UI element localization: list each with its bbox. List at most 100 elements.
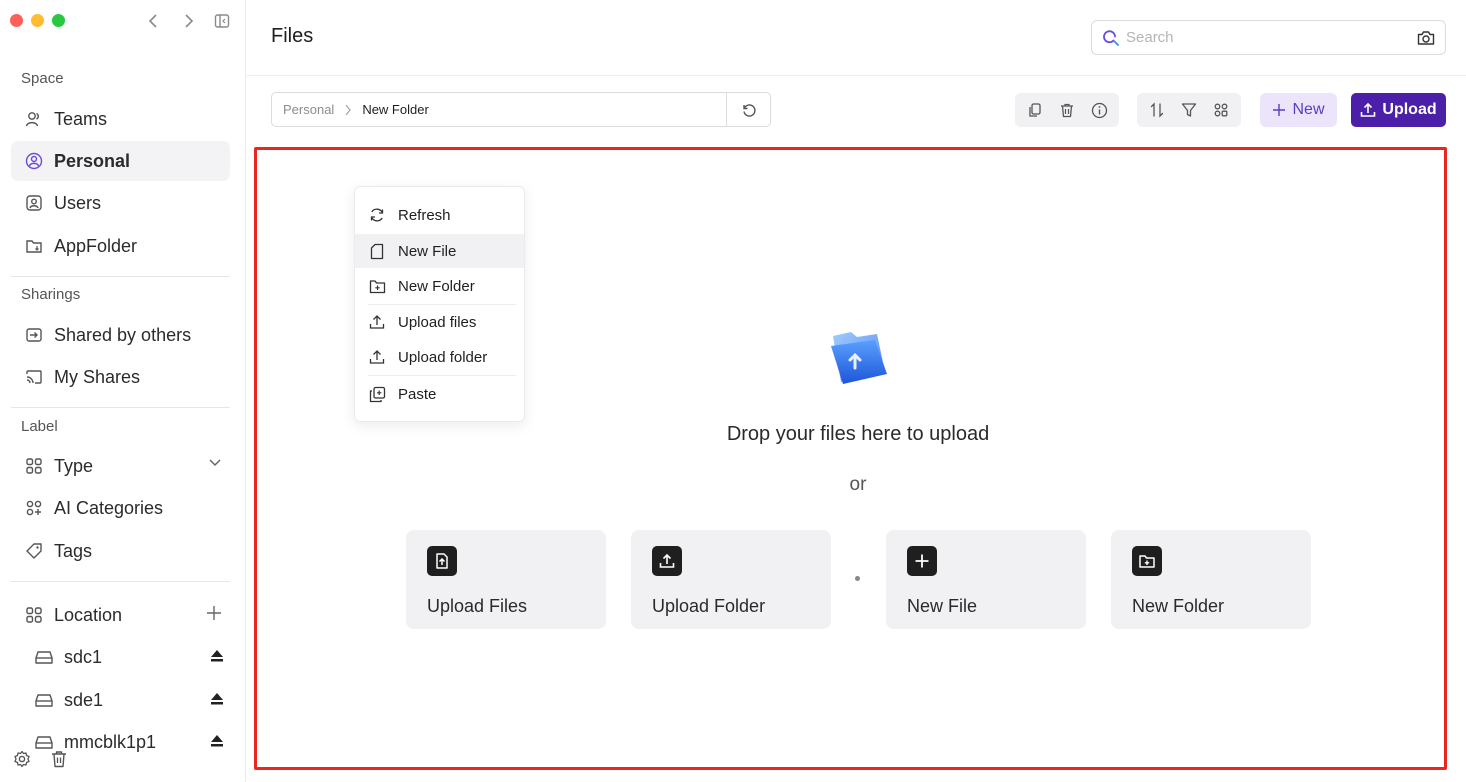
menu-item-new-file[interactable]: New File bbox=[355, 234, 524, 268]
sidebar-item-type[interactable]: Type bbox=[11, 446, 230, 486]
sidebar-item-teams[interactable]: Teams bbox=[11, 99, 230, 139]
sidebar-item-label: Personal bbox=[54, 150, 131, 171]
disk-item-sdc1[interactable]: sdc1 bbox=[22, 637, 230, 677]
disk-label: sde1 bbox=[64, 689, 104, 710]
camera-icon[interactable] bbox=[1417, 30, 1435, 46]
menu-item-paste[interactable]: Paste bbox=[355, 377, 524, 411]
drive-icon bbox=[34, 690, 54, 710]
appfolder-icon bbox=[24, 236, 44, 256]
new-button[interactable]: New bbox=[1260, 93, 1337, 127]
breadcrumb-item-personal[interactable]: Personal bbox=[283, 102, 334, 117]
sidebar-divider bbox=[11, 276, 230, 277]
sidebar-item-label: Tags bbox=[54, 540, 93, 561]
disk-item-sde1[interactable]: sde1 bbox=[22, 680, 230, 720]
sidebar-item-personal[interactable]: Personal bbox=[11, 141, 230, 181]
sort-button[interactable] bbox=[1142, 95, 1172, 125]
sidebar-item-label: Shared by others bbox=[54, 324, 192, 345]
top-header: Files bbox=[247, 0, 1466, 76]
drive-icon bbox=[34, 732, 54, 752]
close-window-button[interactable] bbox=[10, 14, 23, 27]
type-icon bbox=[24, 456, 44, 476]
sidebar-divider bbox=[11, 581, 230, 582]
maximize-window-button[interactable] bbox=[52, 14, 65, 27]
sidebar-item-label: AppFolder bbox=[54, 235, 138, 256]
upload-icon bbox=[1361, 102, 1376, 117]
new-button-label: New bbox=[1292, 101, 1325, 118]
copy-button[interactable] bbox=[1020, 95, 1050, 125]
upload-files-card[interactable]: Upload Files bbox=[406, 530, 606, 629]
menu-item-refresh[interactable]: Refresh bbox=[355, 198, 524, 232]
new-file-icon bbox=[368, 242, 386, 260]
sidebar-item-label: Type bbox=[54, 455, 94, 476]
breadcrumb-item-current[interactable]: New Folder bbox=[362, 102, 428, 117]
history-nav bbox=[144, 11, 232, 31]
page-title: Files bbox=[271, 25, 314, 47]
label-section-label: Label bbox=[21, 418, 58, 435]
menu-item-label: New File bbox=[398, 242, 457, 260]
shared-by-others-icon bbox=[24, 325, 44, 345]
window-controls bbox=[10, 14, 65, 27]
add-location-icon[interactable] bbox=[206, 605, 222, 621]
sidebar-item-appfolder[interactable]: AppFolder bbox=[11, 226, 230, 266]
delete-button[interactable] bbox=[1052, 95, 1082, 125]
sidebar-item-shared-by-others[interactable]: Shared by others bbox=[11, 315, 230, 355]
sidebar-item-label: AI Categories bbox=[54, 497, 164, 518]
menu-item-upload-files[interactable]: Upload files bbox=[355, 305, 524, 339]
sidebar-item-tags[interactable]: Tags bbox=[11, 531, 230, 571]
folder-upload-icon bbox=[827, 328, 891, 388]
view-mode-button[interactable] bbox=[1206, 95, 1236, 125]
back-button[interactable] bbox=[144, 11, 164, 31]
menu-item-label: Paste bbox=[398, 385, 437, 403]
filter-button[interactable] bbox=[1174, 95, 1204, 125]
upload-icon bbox=[368, 313, 386, 331]
teams-icon bbox=[24, 109, 44, 129]
sidebar-item-location[interactable]: Location bbox=[11, 595, 230, 635]
sidebar-item-ai-categories[interactable]: AI Categories bbox=[11, 488, 230, 528]
breadcrumb-path: Personal New Folder bbox=[272, 102, 726, 117]
sidebar-toggle-icon bbox=[214, 14, 230, 28]
ai-categories-icon bbox=[24, 498, 44, 518]
search-input[interactable] bbox=[1126, 29, 1417, 46]
menu-item-label: Upload folder bbox=[398, 348, 488, 366]
eject-icon[interactable] bbox=[210, 734, 224, 748]
users-icon bbox=[24, 193, 44, 213]
menu-item-new-folder[interactable]: New Folder bbox=[355, 269, 524, 303]
drop-message: Drop your files here to upload bbox=[726, 423, 990, 445]
menu-item-label: Upload files bbox=[398, 313, 477, 331]
chevron-left-icon bbox=[148, 14, 157, 28]
eject-icon[interactable] bbox=[210, 692, 224, 706]
upload-button[interactable]: Upload bbox=[1351, 93, 1446, 127]
my-shares-icon bbox=[24, 367, 44, 387]
trash-icon[interactable] bbox=[51, 750, 67, 768]
sidebar-item-my-shares[interactable]: My Shares bbox=[11, 357, 230, 397]
upload-button-label: Upload bbox=[1382, 101, 1437, 118]
breadcrumb-refresh-button[interactable] bbox=[726, 93, 770, 126]
sidebar-item-users[interactable]: Users bbox=[11, 183, 230, 223]
settings-icon[interactable] bbox=[13, 750, 31, 768]
search-bar[interactable] bbox=[1091, 20, 1446, 55]
sidebar-divider bbox=[11, 407, 230, 408]
menu-item-label: Refresh bbox=[398, 206, 451, 224]
sharings-section-label: Sharings bbox=[21, 286, 81, 303]
sidebar: Space Teams Personal Users AppFolder Sha… bbox=[0, 0, 246, 782]
menu-item-upload-folder[interactable]: Upload folder bbox=[355, 340, 524, 374]
sort-icon bbox=[1150, 102, 1164, 118]
chevron-down-icon[interactable] bbox=[208, 458, 222, 468]
file-actions-group bbox=[1015, 93, 1119, 127]
sidebar-item-label: Teams bbox=[54, 108, 108, 129]
filter-icon bbox=[1181, 103, 1197, 117]
toggle-sidebar-button[interactable] bbox=[212, 11, 232, 31]
eject-icon[interactable] bbox=[210, 649, 224, 663]
menu-divider bbox=[368, 375, 516, 376]
info-button[interactable] bbox=[1084, 95, 1114, 125]
forward-button[interactable] bbox=[178, 11, 198, 31]
tag-icon bbox=[24, 541, 44, 561]
new-folder-card[interactable]: New Folder bbox=[1111, 530, 1311, 629]
card-label: Upload Files bbox=[427, 596, 528, 616]
new-file-card[interactable]: New File bbox=[886, 530, 1086, 629]
refresh-icon bbox=[368, 206, 386, 224]
upload-folder-card[interactable]: Upload Folder bbox=[631, 530, 831, 629]
minimize-window-button[interactable] bbox=[31, 14, 44, 27]
plus-icon bbox=[907, 546, 937, 576]
personal-icon bbox=[24, 151, 44, 171]
